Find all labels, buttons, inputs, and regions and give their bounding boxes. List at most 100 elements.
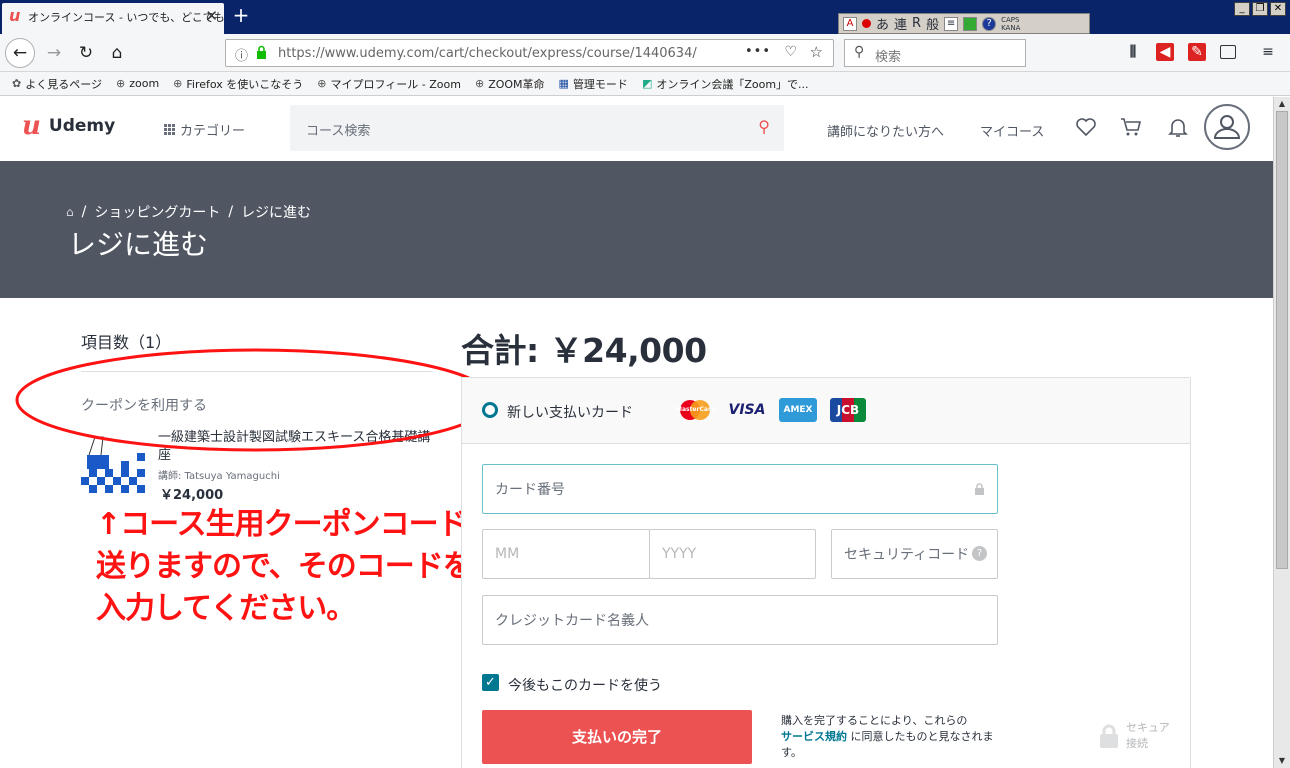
bookmark-item[interactable]: ⊕ マイプロフィール - Zoom — [317, 76, 461, 92]
complete-payment-button[interactable]: 支払いの完了 — [482, 710, 752, 764]
mastercard-icon: MasterCard — [676, 398, 715, 422]
secure-label: セキュア接続 — [1126, 721, 1170, 750]
minimize-icon[interactable]: _ — [1234, 2, 1250, 16]
breadcrumb-cart[interactable]: ショッピングカート — [94, 202, 220, 222]
user-icon — [1213, 115, 1241, 139]
logo-text: Udemy — [48, 116, 116, 136]
page-scrollbar[interactable]: ▲ ▼ — [1273, 97, 1290, 768]
heart-icon[interactable] — [1074, 115, 1098, 139]
reload-icon[interactable]: ↻ — [72, 40, 100, 66]
search-icon[interactable]: ⚲ — [758, 117, 770, 136]
addon-pen-icon[interactable]: ✎ — [1188, 43, 1206, 61]
url-bar[interactable]: ⓘ https://www.udemy.com/cart/checkout/ex… — [225, 39, 834, 67]
udemy-logo[interactable]: u Udemy — [22, 111, 115, 141]
udemy-favicon-icon: u — [9, 6, 21, 25]
save-card-label[interactable]: 今後もこのカードを使う — [508, 675, 662, 695]
order-total: 合計: ￥24,000 — [461, 331, 707, 370]
library-icon[interactable]: ⫼ — [1124, 43, 1142, 61]
jcb-icon: JCB — [830, 398, 866, 422]
cardholder-name-input[interactable]: クレジットカード名義人 — [482, 595, 998, 645]
page-actions-icon[interactable]: ••• — [745, 44, 771, 59]
scroll-down-icon[interactable]: ▼ — [1274, 754, 1290, 768]
new-card-label[interactable]: 新しい支払いカード — [507, 402, 633, 422]
tab-close-icon[interactable]: ✕ — [205, 7, 218, 25]
url-text: https://www.udemy.com/cart/checkout/expr… — [278, 46, 697, 61]
globe-icon: ⊕ — [173, 77, 183, 90]
scroll-up-icon[interactable]: ▲ — [1274, 97, 1290, 111]
my-courses-link[interactable]: マイコース — [980, 121, 1044, 140]
breadcrumb-separator: / — [228, 204, 234, 220]
lock-icon — [975, 483, 984, 495]
caps-kana-indicator: CAPS KANA — [1001, 15, 1021, 32]
card-number-placeholder: カード番号 — [495, 482, 565, 498]
globe-icon: ⊕ — [474, 77, 485, 90]
addon-red-icon[interactable]: ◀ — [1156, 43, 1174, 61]
breadcrumb-checkout: レジに進む — [241, 205, 312, 221]
secure-connection: セキュア接続 — [1099, 720, 1179, 760]
bookmark-item[interactable]: ⊕ Firefox を使いこなそう — [173, 76, 303, 92]
web-page: u Udemy カテゴリー コース検索 ⚲ 講師になりたい方へ マイコース ⌂ … — [0, 97, 1273, 768]
restore-icon[interactable]: ❐ — [1252, 2, 1268, 16]
page-title: レジに進む — [68, 228, 209, 261]
lock-icon — [1100, 724, 1118, 748]
new-card-radio[interactable] — [482, 402, 498, 418]
course-search-input[interactable]: コース検索 ⚲ — [290, 105, 784, 151]
bell-icon[interactable] — [1166, 115, 1190, 139]
bookmark-star-icon[interactable]: ☆ — [810, 43, 823, 61]
bookmark-item[interactable]: ✿ よく見るページ — [12, 76, 102, 92]
page-hero: ⌂ / ショッピングカート / レジに進む レジに進む — [0, 161, 1273, 298]
record-icon[interactable] — [862, 19, 871, 28]
cart-icon[interactable] — [1119, 115, 1143, 139]
site-info-icon[interactable]: ⓘ — [235, 45, 248, 64]
expiry-month-input[interactable]: MM — [482, 529, 650, 579]
site-icon: ◩ — [641, 77, 653, 90]
help-icon[interactable]: ? — [972, 546, 987, 561]
back-arrow-icon[interactable]: ← — [5, 38, 35, 68]
globe-icon: ⊕ — [317, 77, 327, 90]
teach-link[interactable]: 講師になりたい方へ — [827, 121, 944, 140]
course-price: ￥24,000 — [160, 488, 224, 503]
bookmark-item[interactable]: ▦ 管理モード — [559, 76, 628, 92]
bookmarks-bar: ✿ よく見るページ ⊕ zoom ⊕ Firefox を使いこなそう ⊕ マイプロフィー… — [0, 72, 1290, 96]
scrollbar-thumb[interactable] — [1276, 111, 1288, 569]
security-code-input[interactable]: セキュリティコード ? — [831, 529, 998, 579]
ime-pad-icon[interactable]: ≡ — [944, 16, 959, 31]
search-icon: ⚲ — [854, 44, 865, 60]
window-controls: _ ❐ ✕ — [1234, 2, 1286, 16]
avatar[interactable] — [1204, 104, 1250, 150]
course-instructor: 講師: Tatsuya Yamaguchi — [158, 471, 280, 482]
tab-title: オンラインコース - いつでも、どこでも — [28, 11, 224, 24]
ime-general[interactable]: 般 — [926, 14, 939, 33]
acrobat-icon[interactable]: A — [843, 16, 857, 31]
categories-button[interactable]: カテゴリー — [164, 120, 245, 139]
browser-search-placeholder: 検索 — [875, 50, 902, 65]
close-window-icon[interactable]: ✕ — [1270, 2, 1286, 16]
new-tab-button[interactable]: + — [230, 3, 252, 27]
browser-search-input[interactable]: ⚲ 検索 — [844, 39, 1026, 67]
card-number-input[interactable]: カード番号 — [482, 464, 998, 514]
help-icon[interactable]: ? — [982, 16, 997, 31]
course-search-placeholder: コース検索 — [306, 124, 371, 139]
ime-r[interactable]: R — [912, 16, 921, 31]
save-card-checkbox[interactable]: ✓ — [482, 674, 499, 691]
browser-nav-bar: ← → ↻ ⌂ ⓘ https://www.udemy.com/cart/che… — [0, 34, 1290, 72]
terms-text: 購入を完了することにより、これらの サービス規約 に同意したものと見なされます。 — [781, 714, 994, 759]
pocket-icon[interactable]: ♡ — [784, 44, 797, 60]
forward-arrow-icon[interactable]: → — [40, 40, 68, 66]
home-icon[interactable]: ⌂ — [103, 40, 131, 66]
expiry-year-input[interactable]: YYYY — [649, 529, 816, 579]
home-icon[interactable]: ⌂ — [66, 205, 74, 219]
terms-link[interactable]: サービス規約 — [781, 730, 847, 743]
ime-tool-icon[interactable] — [963, 16, 978, 31]
ime-ren[interactable]: 連 — [894, 14, 907, 33]
secure-lock-icon — [257, 45, 266, 59]
payment-method-header: 新しい支払いカード MasterCard VISA AMEX JCB — [462, 378, 1190, 444]
ime-hiragana[interactable]: あ — [876, 14, 889, 33]
bookmark-item[interactable]: ⊕ ZOOM革命 — [475, 76, 545, 92]
bookmark-item[interactable]: ⊕ zoom — [116, 77, 159, 90]
menu-icon[interactable]: ≡ — [1259, 43, 1277, 61]
bookmark-item[interactable]: ◩ オンライン会議「Zoom」で... — [642, 76, 809, 92]
sidebar-icon[interactable] — [1220, 45, 1236, 59]
browser-tab[interactable]: u オンラインコース - いつでも、どこでも ✕ — [2, 3, 224, 34]
globe-icon: ⊕ — [116, 77, 126, 90]
